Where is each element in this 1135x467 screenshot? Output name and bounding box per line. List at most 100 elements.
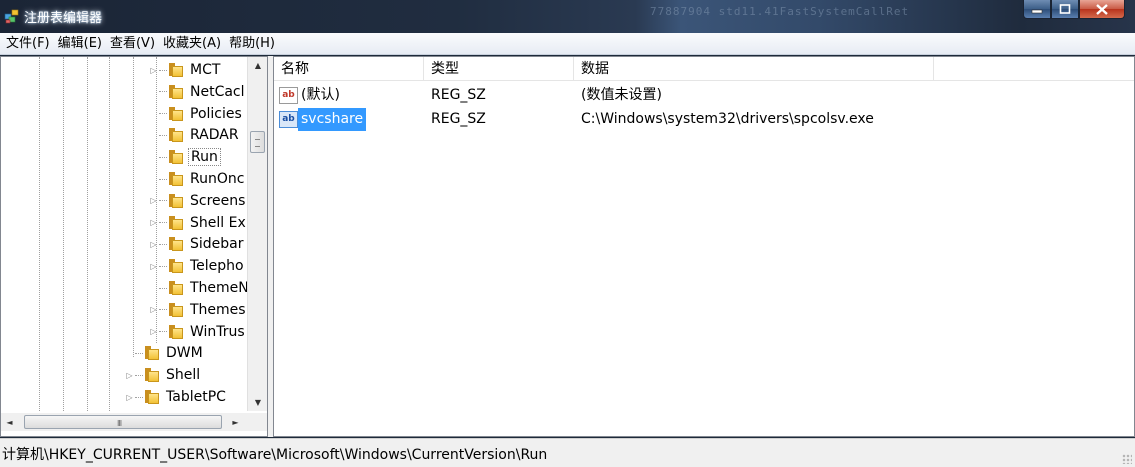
minimize-icon: [1031, 9, 1043, 14]
tree-node-policies[interactable]: Policies: [149, 103, 244, 125]
folder-icon: [168, 281, 184, 295]
expand-arrow-icon[interactable]: ▷: [149, 305, 158, 314]
expand-arrow-icon[interactable]: ▷: [149, 240, 158, 249]
title-bar[interactable]: 77887904 std11.41FastSystemCallRet 注册表编辑…: [0, 0, 1135, 33]
expand-arrow-icon[interactable]: ▷: [149, 262, 158, 271]
scroll-up-arrow-icon[interactable]: ▲: [248, 57, 267, 74]
folder-icon: [168, 193, 184, 208]
tree-horizontal-scrollbar[interactable]: ◄ III ►: [1, 413, 267, 431]
tree-connector: [159, 134, 167, 136]
scroll-left-arrow-icon[interactable]: ◄: [1, 413, 18, 431]
resize-grip-icon[interactable]: [1122, 454, 1132, 464]
expand-arrow-icon[interactable]: ▷: [149, 196, 158, 205]
tree-connector: [135, 396, 143, 398]
tree-node-shell[interactable]: ▷ Shell: [125, 364, 202, 386]
expand-arrow-icon[interactable]: ▷: [149, 66, 158, 75]
column-header-name[interactable]: 名称: [274, 57, 424, 81]
tree-node-label: Screens: [190, 192, 246, 209]
folder-icon: [168, 63, 184, 77]
minimize-button[interactable]: [1023, 0, 1051, 19]
value-name: (默认): [301, 87, 340, 103]
value-type: REG_SZ: [431, 87, 486, 103]
menu-view[interactable]: 查看(V): [106, 34, 159, 54]
list-row[interactable]: ab (默认) REG_SZ (数值未设置): [274, 84, 1134, 107]
tree-node-wintrus[interactable]: ▷ WinTrus: [149, 321, 247, 343]
tree-node-label: Shell: [166, 367, 201, 384]
tree-node-screens[interactable]: ▷ Screens: [149, 190, 247, 212]
maximize-icon: [1059, 4, 1071, 14]
tree-guide: [87, 57, 88, 411]
tree-vertical-scrollbar[interactable]: ▲ ▼: [247, 57, 267, 411]
tree-node-dwm[interactable]: DWM: [125, 342, 205, 364]
folder-icon: [168, 172, 184, 186]
menu-help[interactable]: 帮助(H): [225, 34, 279, 54]
folder-icon: [168, 215, 184, 230]
tree-node-run[interactable]: Run: [149, 146, 221, 168]
tree-node-label: ThemeN: [190, 280, 247, 296]
window-controls: [1023, 0, 1125, 20]
tree-connector: [159, 331, 167, 333]
tree-guide: [63, 57, 64, 411]
registry-tree[interactable]: ▷ MCT NetCacl Policies RADAR Run RunOnc ▷ Screen…: [0, 56, 268, 437]
tree-node-label: RADAR: [190, 127, 239, 144]
tree-node-label: MCT: [190, 62, 221, 78]
horizontal-scroll-thumb[interactable]: III: [24, 415, 222, 429]
value-data: C:\Windows\system32\drivers\spcolsv.exe: [581, 111, 874, 127]
tree-node-label: WinTrus: [190, 323, 245, 340]
expand-arrow-icon[interactable]: ▷: [149, 218, 158, 227]
close-button[interactable]: [1079, 0, 1125, 19]
registry-path: 计算机\HKEY_CURRENT_USER\Software\Microsoft…: [2, 447, 548, 463]
menu-edit[interactable]: 编辑(E): [54, 34, 106, 54]
tree-connector: [159, 200, 167, 202]
tree-connector: [135, 352, 143, 354]
folder-icon: [168, 128, 184, 143]
tree-node-themes[interactable]: ▷ Themes: [149, 299, 247, 321]
folder-icon: [168, 324, 184, 339]
expand-arrow-icon[interactable]: ▷: [149, 327, 158, 336]
menu-favorites[interactable]: 收藏夹(A): [159, 34, 225, 54]
tree-connector: [159, 243, 167, 245]
tree-node-sidebar[interactable]: ▷ Sidebar: [149, 233, 246, 255]
scroll-right-arrow-icon[interactable]: ►: [227, 413, 244, 431]
menu-file[interactable]: 文件(F): [2, 34, 54, 54]
vertical-scroll-thumb[interactable]: [250, 131, 265, 153]
expand-arrow-icon[interactable]: ▷: [125, 371, 134, 380]
tree-node-label: RunOnc: [190, 171, 245, 187]
tree-node-themen[interactable]: ThemeN: [149, 277, 247, 299]
tree-node-label: Themes: [190, 301, 246, 318]
tree-connector: [159, 287, 167, 289]
tree-connector: [159, 69, 167, 71]
tree-node-radar[interactable]: RADAR: [149, 124, 241, 146]
tree-connector: [135, 374, 143, 376]
folder-icon: [168, 237, 184, 252]
tree-node-tabletpc[interactable]: ▷ TabletPC: [125, 386, 228, 408]
tree-node-mct[interactable]: ▷ MCT: [149, 59, 222, 81]
folder-icon: [144, 390, 160, 404]
value-name: svcshare: [298, 108, 367, 131]
folder-icon: [168, 302, 184, 317]
list-row-selected[interactable]: ab svcshare REG_SZ C:\Windows\system32\d…: [274, 108, 1134, 131]
tree-node-runonc[interactable]: RunOnc: [149, 168, 246, 190]
value-type: REG_SZ: [431, 111, 486, 127]
folder-icon: [168, 259, 184, 274]
string-value-icon: ab: [279, 87, 298, 104]
tree-guide: [39, 57, 40, 411]
tree-node-netcacl[interactable]: NetCacl: [149, 81, 247, 103]
tree-node-shell-ex[interactable]: ▷ Shell Ex: [149, 212, 247, 234]
tree-node-telepho[interactable]: ▷ Telepho: [149, 255, 246, 277]
folder-icon: [168, 84, 184, 99]
column-header-data[interactable]: 数据: [574, 57, 934, 81]
main-area: ▷ MCT NetCacl Policies RADAR Run RunOnc ▷ Screen…: [0, 56, 1135, 437]
scroll-down-arrow-icon[interactable]: ▼: [248, 394, 267, 411]
tree-node-partial[interactable]: ▷Windows E: [125, 408, 244, 412]
expand-arrow-icon[interactable]: ▷: [125, 393, 134, 402]
tree-node-label: Shell Ex: [190, 214, 246, 231]
column-header-type[interactable]: 类型: [424, 57, 574, 81]
maximize-button[interactable]: [1051, 0, 1079, 19]
tree-node-label: Run: [188, 148, 221, 167]
values-list[interactable]: 名称 类型 数据 ab (默认) REG_SZ (数值未设置) ab svcsh…: [273, 56, 1135, 437]
tree-node-label: DWM: [166, 345, 203, 362]
tree-connector: [159, 265, 167, 267]
value-data: (数值未设置): [581, 87, 662, 103]
tree-node-label: Policies: [190, 105, 242, 122]
